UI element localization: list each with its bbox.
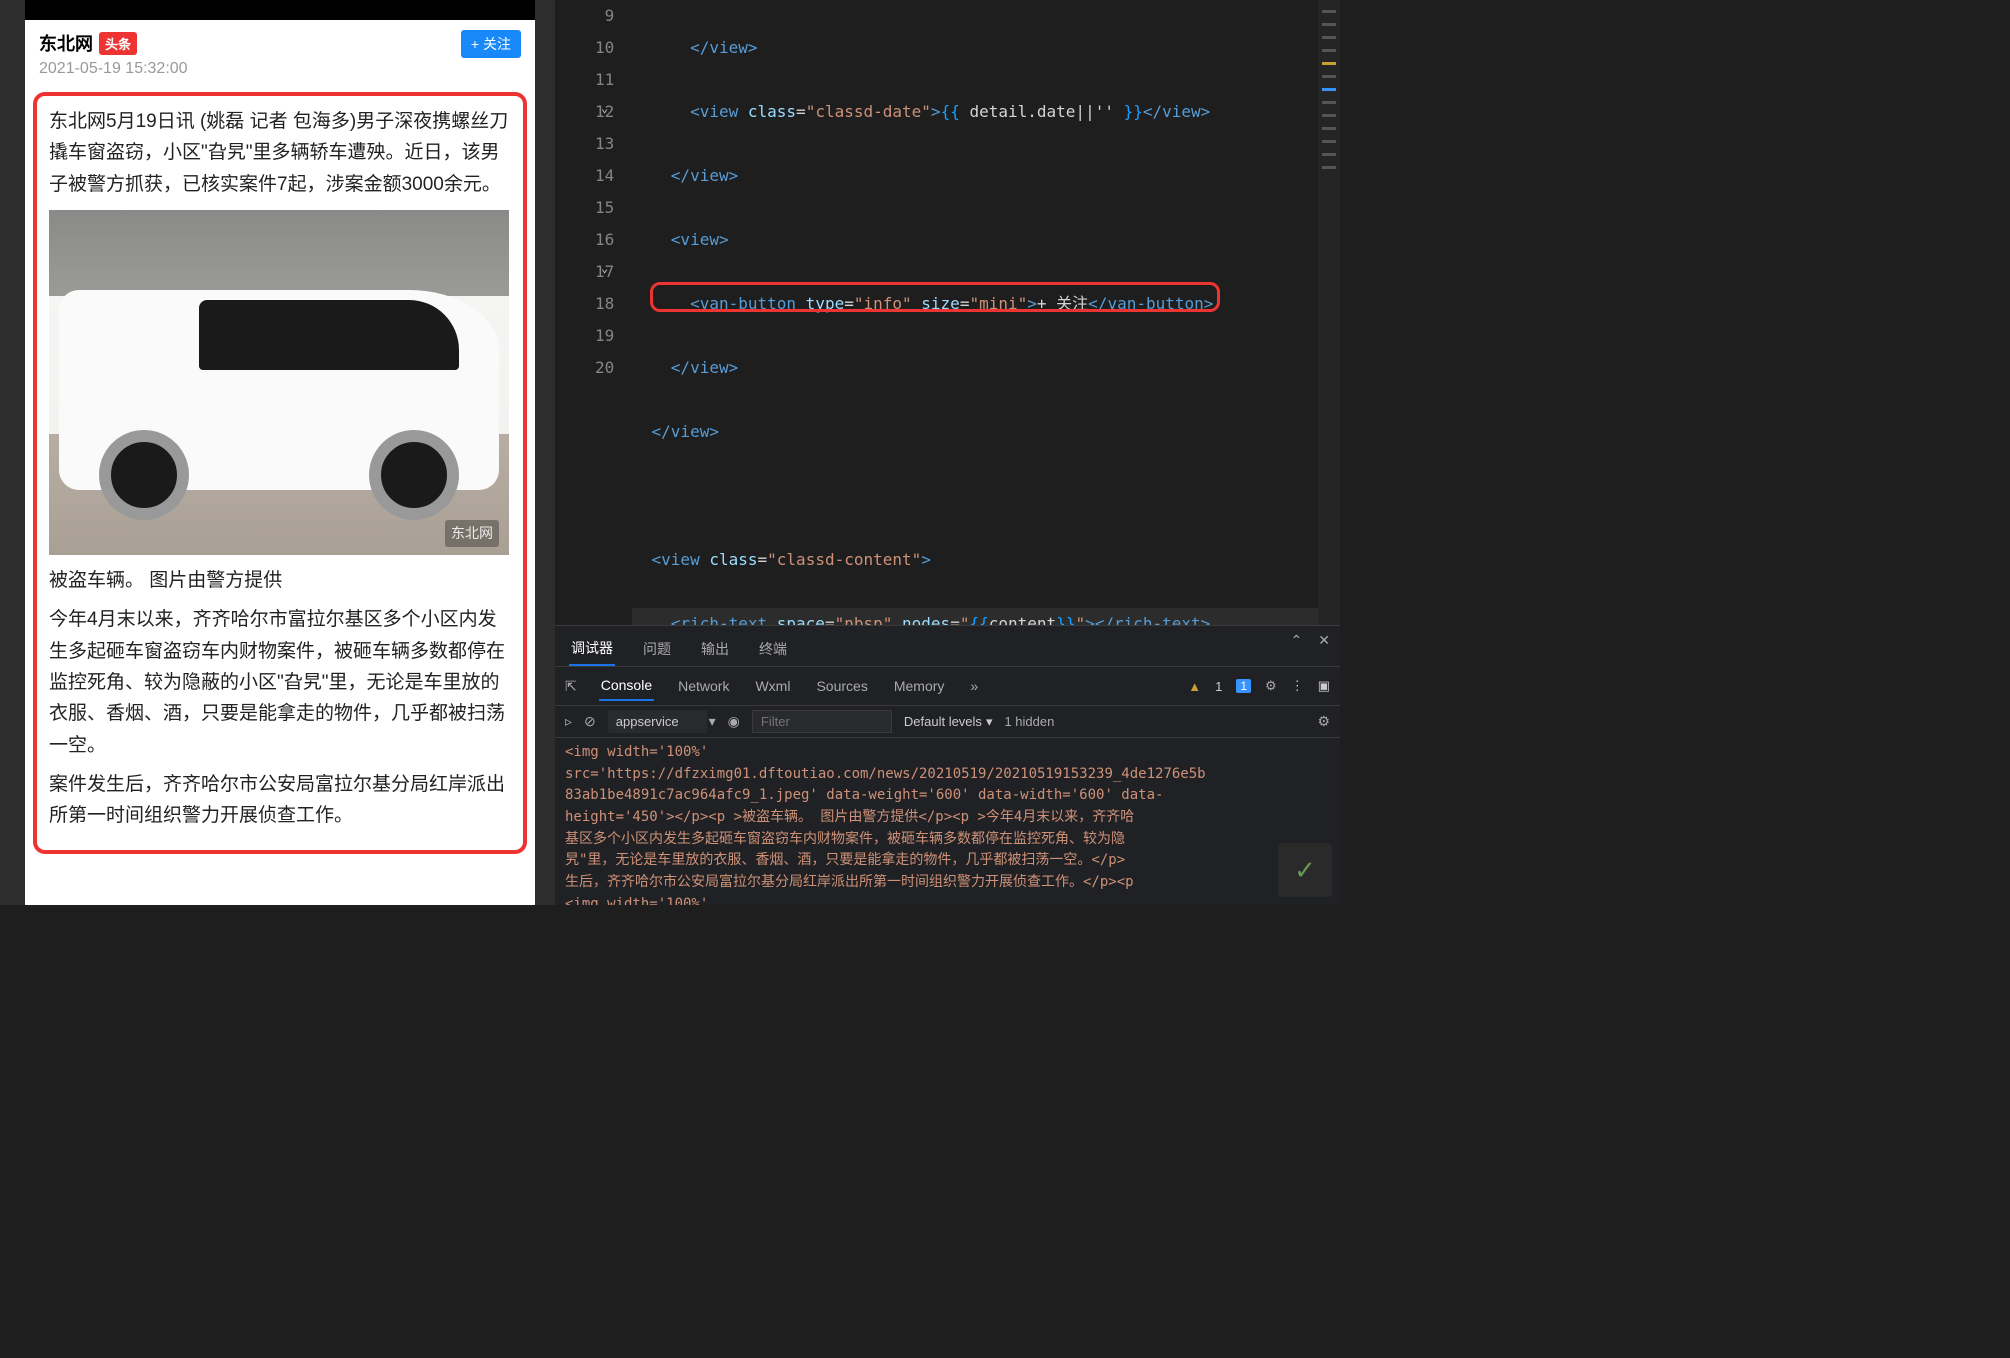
line-number: 11 [595, 64, 614, 96]
article-paragraph: 东北网5月19日讯 (姚磊 记者 包海多)男子深夜携螺丝刀撬车窗盗窃，小区"旮旯… [49, 106, 511, 200]
article-image: 东北网 [49, 210, 509, 555]
levels-select[interactable]: Default levels ▾ [904, 714, 993, 730]
tab-memory[interactable]: Memory [892, 672, 947, 700]
console-line: src='https://dfzximg01.dftoutiao.com/new… [565, 764, 1330, 786]
tab-more[interactable]: » [968, 672, 980, 700]
console-line: 旯"里，无论是车里放的衣服、香烟、酒，只要是能拿走的物件，几乎都被扫荡一空。</… [565, 850, 1330, 872]
more-icon[interactable]: ⋮ [1291, 678, 1304, 694]
phone-frame: 东北网 头条 2021-05-19 15:32:00 + 关注 东北网5月19日… [25, 0, 535, 905]
fold-icon[interactable]: ⌄ [601, 256, 608, 280]
eye-icon[interactable]: ◉ [728, 713, 740, 730]
line-number: 19 [595, 320, 614, 352]
console-line: 基区多个小区内发生多起砸车窗盗窃车内财物案件，被砸车辆多数都停在监控死角、较为隐 [565, 829, 1330, 851]
dock-icon[interactable]: ▣ [1318, 678, 1330, 694]
follow-button[interactable]: + 关注 [461, 30, 521, 58]
simulator-panel: 东北网 头条 2021-05-19 15:32:00 + 关注 东北网5月19日… [0, 0, 555, 905]
console-line: 83ab1be4891c7ac964afc9_1.jpeg' data-weig… [565, 785, 1330, 807]
article-paragraph: 被盗车辆。 图片由警方提供 [49, 565, 511, 596]
article-paragraph: 案件发生后，齐齐哈尔市公安局富拉尔基分局红岸派出所第一时间组织警力开展侦查工作。 [49, 769, 511, 832]
hidden-count: 1 hidden [1004, 714, 1054, 729]
code-editor[interactable]: 9 10 11 ⌄12 13 14 15 16 ⌄17 18 19 20 </v… [555, 0, 1340, 625]
inspect-icon[interactable]: ⇱ [565, 678, 577, 695]
warning-count: 1 [1215, 679, 1222, 694]
tab-wxml[interactable]: Wxml [753, 672, 792, 700]
status-check-icon: ✓ [1278, 843, 1332, 897]
console-line: 生后，齐齐哈尔市公安局富拉尔基分局红岸派出所第一时间组织警力开展侦查工作。</p… [565, 872, 1330, 894]
article-body: 东北网5月19日讯 (姚磊 记者 包海多)男子深夜携螺丝刀撬车窗盗窃，小区"旮旯… [33, 92, 527, 854]
line-number: ⌄12 [595, 96, 614, 128]
line-number: 18 [595, 288, 614, 320]
editor-panel: 9 10 11 ⌄12 13 14 15 16 ⌄17 18 19 20 </v… [555, 0, 1340, 905]
line-number: 9 [595, 0, 614, 32]
filter-input[interactable] [752, 710, 892, 733]
devtools-tabs: ⇱ Console Network Wxml Sources Memory » … [555, 667, 1340, 706]
tab-console[interactable]: Console [599, 671, 654, 701]
gear-icon[interactable]: ⚙ [1317, 713, 1330, 730]
context-select[interactable]: appservice [608, 710, 707, 733]
tab-terminal[interactable]: 终端 [757, 633, 789, 665]
line-number: 14 [595, 160, 614, 192]
console-toggle-icon[interactable]: ▹ [565, 713, 572, 730]
article-paragraph: 今年4月末以来，齐齐哈尔市富拉尔基区多个小区内发生多起砸车窗盗窃车内财物案件，被… [49, 604, 511, 761]
warning-icon: ▲ [1188, 679, 1201, 694]
chevron-down-icon: ▾ [986, 714, 993, 730]
line-number: 10 [595, 32, 614, 64]
phone-statusbar [25, 0, 535, 15]
devtools-panel: 调试器 问题 输出 终端 ⌃ ✕ ⇱ Console Network Wxml … [555, 625, 1340, 905]
tab-network[interactable]: Network [676, 672, 731, 700]
tab-problems[interactable]: 问题 [641, 633, 673, 665]
fold-icon[interactable]: ⌄ [601, 96, 608, 120]
console-line: height='450'></p><p >被盗车辆。 图片由警方提供</p><p… [565, 807, 1330, 829]
code-content[interactable]: </view> <view class="classd-date">{{ det… [632, 0, 1340, 625]
line-number: 15 [595, 192, 614, 224]
line-gutter: 9 10 11 ⌄12 13 14 15 16 ⌄17 18 19 20 [555, 0, 632, 625]
chevron-up-icon[interactable]: ⌃ [1291, 632, 1303, 649]
console-line: <img width='100%' [565, 894, 1330, 905]
console-line: <img width='100%' [565, 742, 1330, 764]
source-name: 东北网 [39, 30, 93, 56]
line-number: 20 [595, 352, 614, 384]
line-number: 13 [595, 128, 614, 160]
close-icon[interactable]: ✕ [1318, 632, 1330, 649]
article-timestamp: 2021-05-19 15:32:00 [39, 60, 188, 78]
tab-sources[interactable]: Sources [814, 672, 869, 700]
chevron-down-icon: ▾ [709, 713, 716, 730]
tab-output[interactable]: 输出 [699, 633, 731, 665]
info-count: 1 [1236, 679, 1251, 693]
headline-badge: 头条 [99, 32, 137, 55]
clear-console-icon[interactable]: ⊘ [584, 713, 596, 730]
article-header: 东北网 头条 2021-05-19 15:32:00 + 关注 [25, 20, 535, 84]
line-number: ⌄17 [595, 256, 614, 288]
console-toolbar: ▹ ⊘ appservice ▾ ◉ Default levels ▾ 1 hi… [555, 706, 1340, 738]
image-watermark: 东北网 [445, 520, 499, 547]
gear-icon[interactable]: ⚙ [1265, 678, 1277, 694]
minimap[interactable] [1318, 0, 1340, 625]
panel-tabs: 调试器 问题 输出 终端 ⌃ ✕ [555, 626, 1340, 667]
console-output[interactable]: <img width='100%' src='https://dfzximg01… [555, 738, 1340, 905]
line-number: 16 [595, 224, 614, 256]
tab-debugger[interactable]: 调试器 [569, 632, 615, 666]
